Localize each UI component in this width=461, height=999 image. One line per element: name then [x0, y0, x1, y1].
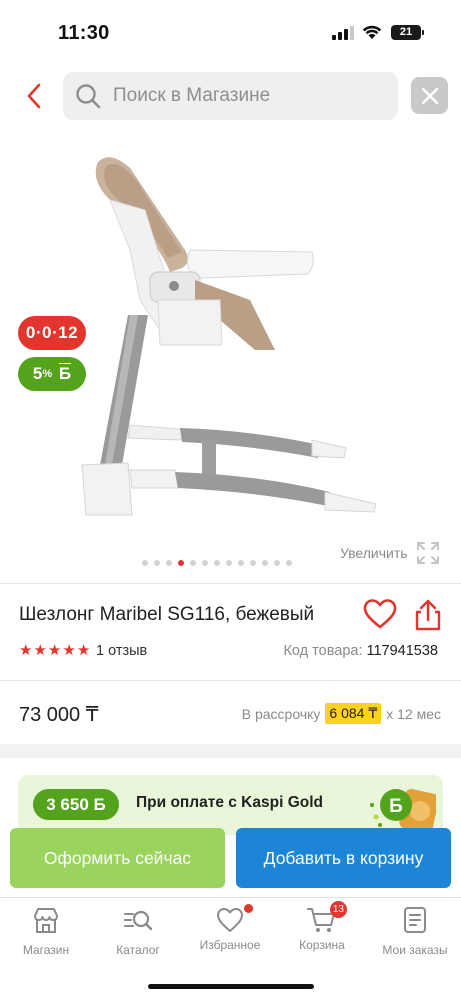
installment-info[interactable]: В рассрочку 6 084 ₸ x 12 мес — [242, 703, 441, 724]
sku-value: 117941538 — [366, 643, 438, 659]
nav-item-orders[interactable]: Мои заказы — [369, 906, 461, 957]
battery-tip — [422, 30, 424, 35]
catalog-search-icon — [124, 910, 153, 931]
search-icon — [76, 84, 101, 109]
orders-icon — [404, 907, 426, 933]
status-time: 11:30 — [58, 22, 110, 44]
cart-count-badge: 13 — [329, 901, 347, 918]
nav-label: Магазин — [22, 943, 70, 957]
coin-letter: Б — [389, 796, 403, 817]
installment-label: В рассрочку — [241, 705, 321, 722]
status-bar: 11:30 21 — [0, 0, 461, 62]
signal-icon — [332, 26, 354, 40]
product-title: Шезлонг Maribel SG116, бежевый — [19, 604, 315, 625]
share-icon — [415, 599, 441, 631]
pager-dot[interactable] — [250, 560, 256, 566]
add-to-cart-button[interactable]: Добавить в корзину — [236, 828, 451, 888]
heart-outline-icon — [363, 599, 397, 629]
sku-label: Код товара: — [283, 643, 363, 659]
rating-stars: ★ ★ ★ ★ ★ — [19, 643, 90, 659]
expand-icon — [416, 542, 439, 564]
pager-dot[interactable] — [142, 560, 148, 566]
bonus-badge: 5% Б — [18, 357, 86, 391]
battery-indicator: 21 — [391, 25, 421, 40]
bonus-badge-value: 5 — [32, 364, 43, 383]
chevron-left-icon — [27, 83, 41, 109]
search-input[interactable] — [113, 72, 383, 120]
nav-item-catalog[interactable]: Каталог — [92, 906, 184, 957]
pager-dot[interactable] — [286, 560, 292, 566]
divider — [0, 583, 461, 584]
clear-search-button[interactable] — [411, 77, 448, 114]
nav-icon-wrapper — [215, 904, 253, 934]
nav-label: Избранное — [199, 938, 261, 952]
home-indicator — [148, 984, 314, 989]
pager-dot[interactable] — [274, 560, 280, 566]
nav-icon-wrapper: 13 — [307, 901, 347, 934]
pager-dot[interactable] — [202, 560, 208, 566]
pager-dot[interactable] — [262, 560, 268, 566]
close-icon — [421, 87, 438, 104]
nav-item-store[interactable]: Магазин — [0, 906, 92, 957]
star-icon: ★ — [47, 642, 62, 659]
store-icon — [34, 908, 58, 933]
notification-dot — [244, 904, 253, 913]
divider — [0, 680, 461, 681]
nav-label: Каталог — [116, 943, 160, 957]
zoom-label: Увеличить — [340, 545, 408, 561]
installment-term: x 12 мес — [386, 705, 441, 722]
favorite-button[interactable] — [362, 598, 398, 632]
pager-dot[interactable] — [190, 560, 196, 566]
bonus-badge-currency: Б — [58, 364, 72, 383]
kaspi-gold-promo[interactable]: 3 650 Б При оплате с Kaspi Gold Б — [18, 775, 443, 835]
bonus-coin-icon: Б — [370, 789, 436, 833]
star-icon: ★ — [33, 642, 47, 659]
promo-bonus-badge: 3 650 Б — [33, 789, 119, 820]
nav-item-cart[interactable]: 13 Корзина — [276, 901, 368, 956]
pager-dot[interactable] — [214, 560, 220, 566]
back-button[interactable] — [16, 78, 52, 114]
star-icon: ★ — [76, 642, 91, 659]
wifi-icon — [362, 25, 382, 39]
promo-text: При оплате с Kaspi Gold — [136, 794, 323, 811]
nav-label: Корзина — [299, 938, 345, 952]
reviews-link[interactable]: 1 отзыв — [96, 643, 147, 659]
gallery-pager — [142, 560, 292, 566]
pager-dot[interactable] — [166, 560, 172, 566]
nav-label: Мои заказы — [382, 943, 448, 957]
bonus-badge-percent: % — [42, 368, 53, 380]
price: 73 000 ₸ — [19, 704, 99, 726]
product-image[interactable] — [50, 140, 430, 540]
pager-dot[interactable] — [178, 560, 184, 566]
star-icon: ★ — [19, 642, 33, 659]
pager-dot[interactable] — [154, 560, 160, 566]
credit-badge: 0·0·12 — [18, 316, 86, 350]
pager-dot[interactable] — [226, 560, 232, 566]
star-icon: ★ — [62, 642, 76, 659]
order-now-button[interactable]: Оформить сейчас — [10, 828, 225, 888]
share-button[interactable] — [412, 598, 444, 632]
heart-icon — [217, 908, 243, 932]
installment-amount: 6 084 ₸ — [325, 703, 382, 724]
search-header — [0, 70, 461, 124]
section-separator — [0, 744, 461, 758]
nav-item-favorites[interactable]: Избранное — [184, 904, 276, 956]
sku: Код товара: 117941538 — [283, 643, 438, 659]
search-box[interactable] — [63, 72, 398, 120]
zoom-button[interactable]: Увеличить — [340, 541, 440, 565]
pager-dot[interactable] — [238, 560, 244, 566]
